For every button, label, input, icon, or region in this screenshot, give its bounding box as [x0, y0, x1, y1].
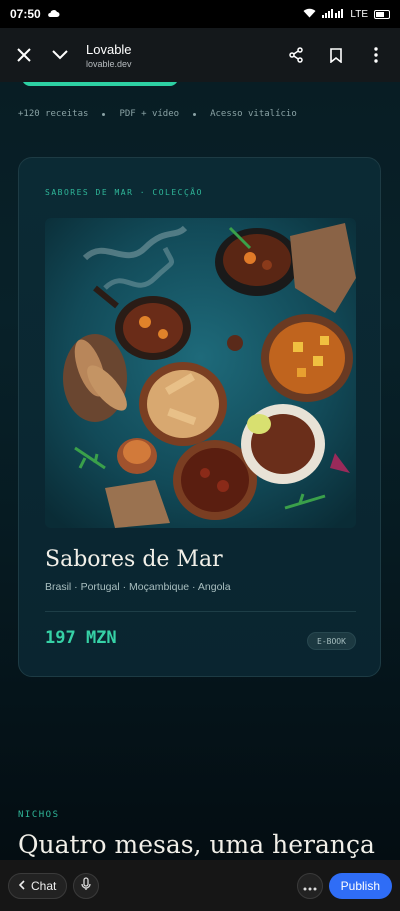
page-title-block: Lovable lovable.dev [86, 42, 132, 69]
meta-access: Acesso vitalício [210, 109, 297, 119]
browser-toolbar: Lovable lovable.dev [0, 28, 400, 82]
bottom-bar: Chat Publish [0, 860, 400, 911]
page-title: Lovable [86, 41, 132, 57]
section-title: Quatro mesas, uma herança [18, 830, 375, 859]
signal-icon [322, 7, 344, 21]
cloud-icon [47, 7, 60, 21]
cta-button[interactable] [22, 82, 178, 86]
status-time: 07:50 [10, 7, 41, 21]
section-eyebrow: NICHOS [18, 810, 60, 820]
format-badge: E-BOOK [307, 632, 356, 650]
page-url: lovable.dev [86, 58, 132, 69]
more-vert-icon[interactable] [364, 43, 388, 67]
chevron-down-icon[interactable] [48, 43, 72, 67]
chat-button[interactable]: Chat [8, 872, 68, 899]
network-type: LTE [350, 8, 368, 20]
microphone-icon [81, 876, 92, 895]
product-regions: Brasil · Portugal · Moçambique · Angola [45, 581, 231, 593]
product-price: 197 MZN [45, 628, 117, 648]
product-card[interactable]: SABORES DE MAR · COLECÇÃO Sabores de Mar… [18, 157, 381, 677]
bookmark-icon[interactable] [324, 43, 348, 67]
status-bar: 07:50 LTE [0, 0, 400, 28]
meta-format: PDF + vídeo [119, 109, 180, 119]
more-horiz-icon [303, 876, 317, 895]
separator-dot [193, 112, 197, 116]
separator-dot [102, 112, 106, 116]
battery-icon [374, 9, 390, 19]
product-name: Sabores de Mar [45, 547, 223, 572]
microphone-button[interactable] [73, 872, 100, 899]
more-options-button[interactable] [296, 872, 323, 899]
food-spread-image [45, 218, 356, 528]
chat-label: Chat [31, 878, 57, 893]
wifi-icon [303, 7, 316, 21]
web-page: +120 receitas PDF + vídeo Acesso vitalíc… [0, 82, 400, 860]
product-meta: +120 receitas PDF + vídeo Acesso vitalíc… [18, 109, 297, 119]
chevron-left-icon [18, 879, 25, 893]
close-icon[interactable] [12, 43, 36, 67]
card-eyebrow: SABORES DE MAR · COLECÇÃO [45, 188, 203, 197]
meta-recipes: +120 receitas [18, 109, 89, 119]
publish-button[interactable]: Publish [328, 872, 392, 899]
card-divider [45, 611, 356, 612]
share-icon[interactable] [284, 43, 308, 67]
